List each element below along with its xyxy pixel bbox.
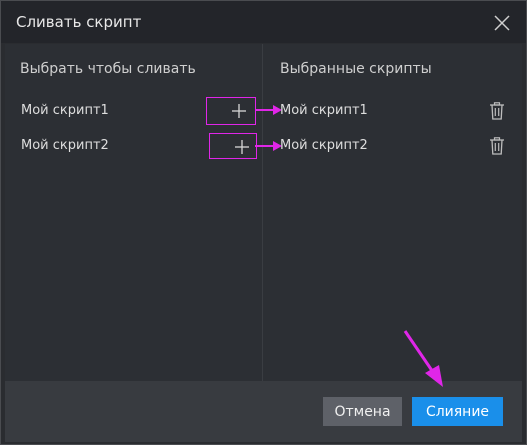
merge-button[interactable]: Слияние	[412, 397, 503, 426]
trash-icon[interactable]	[489, 102, 505, 124]
source-script-item-1: Мой скрипт1	[21, 103, 109, 118]
trash-icon[interactable]	[489, 137, 505, 159]
plus-icon	[232, 104, 246, 118]
close-icon[interactable]	[491, 12, 513, 34]
plus-icon	[235, 140, 249, 154]
right-column-heading: Выбранные скрипты	[280, 61, 432, 77]
cancel-button[interactable]: Отмена	[323, 397, 402, 426]
dialog-body	[5, 44, 522, 381]
add-script-1-button[interactable]	[206, 97, 256, 125]
add-script-2-button[interactable]	[209, 133, 257, 159]
dialog-titlebar: Сливать скрипт	[1, 1, 526, 43]
merge-script-dialog: Сливать скрипт Выбрать чтобы сливать Мой…	[0, 0, 527, 445]
selected-script-item-2: Мой скрипт2	[280, 138, 368, 153]
left-column-heading: Выбрать чтобы сливать	[20, 61, 196, 77]
selected-script-item-1: Мой скрипт1	[280, 103, 368, 118]
dialog-title: Сливать скрипт	[16, 13, 142, 31]
column-divider	[262, 44, 263, 381]
source-script-item-2: Мой скрипт2	[21, 138, 109, 153]
